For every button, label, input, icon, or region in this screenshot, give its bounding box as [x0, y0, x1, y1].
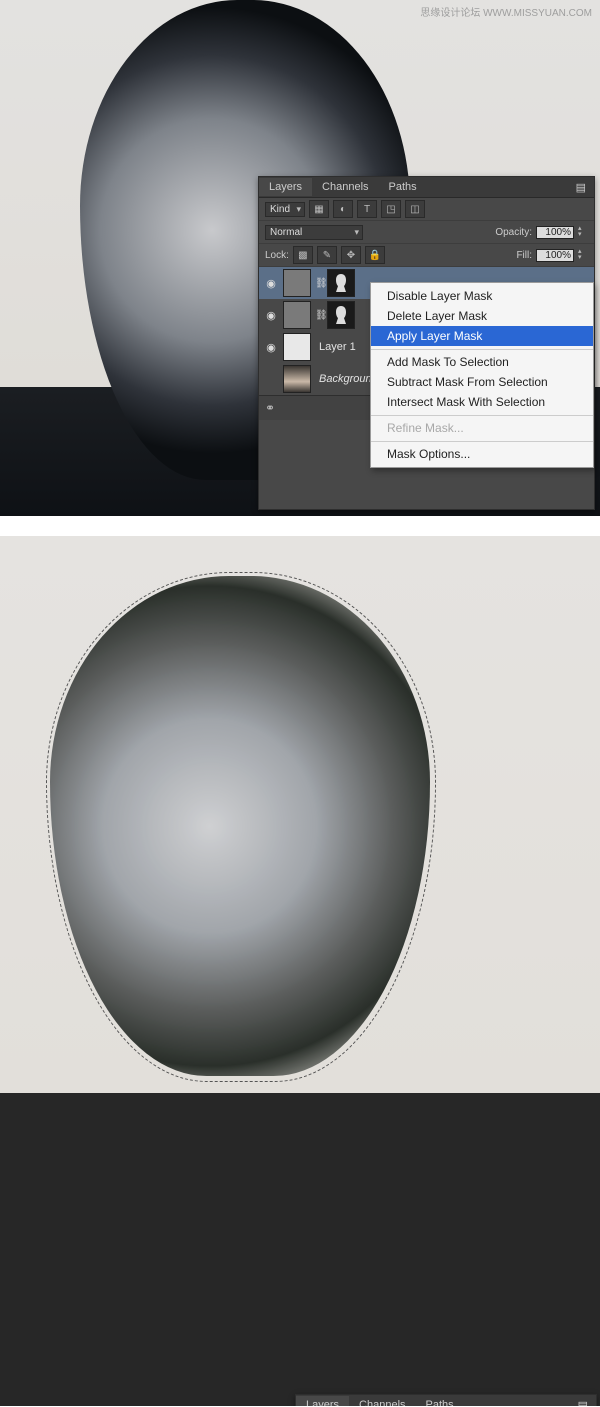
- lock-all-icon[interactable]: 🔒: [365, 246, 385, 264]
- panel-menu-icon[interactable]: ▤: [570, 1396, 596, 1407]
- layer-thumb[interactable]: [283, 333, 311, 361]
- blend-mode-select[interactable]: Normal: [265, 225, 363, 240]
- filter-shape-icon[interactable]: ◳: [381, 200, 401, 218]
- screenshot-bottom: Layers Channels Paths ▤ Kind ▦ ◐ T ◳ ◫ O…: [0, 536, 600, 1406]
- layer-thumb[interactable]: [283, 269, 311, 297]
- watermark: 思缘设计论坛 WWW.MISSYUAN.COM: [420, 4, 592, 19]
- fill-stepper[interactable]: ▴▾: [578, 247, 588, 263]
- mask-link-icon[interactable]: ⛓: [315, 278, 323, 289]
- menu-item[interactable]: Mask Options...: [371, 441, 593, 464]
- menu-item-apply-layer-mask[interactable]: Apply Layer Mask: [371, 326, 593, 346]
- menu-item[interactable]: Subtract Mask From Selection: [371, 372, 593, 392]
- visibility-icon[interactable]: ◉: [263, 339, 279, 355]
- filter-pixel-icon[interactable]: ▦: [309, 200, 329, 218]
- menu-item[interactable]: Add Mask To Selection: [371, 349, 593, 372]
- lock-transparent-icon[interactable]: ▩: [293, 246, 313, 264]
- tab-paths[interactable]: Paths: [379, 178, 427, 196]
- mask-context-menu[interactable]: Disable Layer Mask Delete Layer Mask App…: [370, 282, 594, 468]
- filter-type-icon[interactable]: T: [357, 200, 377, 218]
- fill-label: Fill:: [516, 250, 532, 261]
- opacity-field[interactable]: 100%: [536, 226, 574, 239]
- opacity-stepper[interactable]: ▴▾: [578, 224, 588, 240]
- layer-thumb[interactable]: [283, 301, 311, 329]
- tab-layers[interactable]: Layers: [259, 178, 312, 196]
- menu-item[interactable]: Disable Layer Mask: [371, 286, 593, 306]
- filter-kind-select[interactable]: Kind: [265, 202, 305, 217]
- opacity-label: Opacity:: [495, 227, 532, 238]
- filter-adjust-icon[interactable]: ◐: [333, 200, 353, 218]
- lock-paint-icon[interactable]: ✎: [317, 246, 337, 264]
- tab-channels[interactable]: Channels: [349, 1396, 415, 1406]
- layers-panel[interactable]: Layers Channels Paths ▤ Kind ▦ ◐ T ◳ ◫ O…: [295, 1394, 597, 1406]
- tab-layers[interactable]: Layers: [296, 1396, 349, 1406]
- visibility-icon[interactable]: ◉: [263, 307, 279, 323]
- visibility-icon[interactable]: ◉: [263, 275, 279, 291]
- mask-thumb[interactable]: [327, 301, 355, 329]
- lock-label: Lock:: [265, 250, 289, 261]
- layer-thumb[interactable]: [283, 365, 311, 393]
- screenshot-top: 思缘设计论坛 WWW.MISSYUAN.COM Layers Channels …: [0, 0, 600, 516]
- tab-paths[interactable]: Paths: [416, 1396, 464, 1406]
- lock-move-icon[interactable]: ✥: [341, 246, 361, 264]
- panel-menu-icon[interactable]: ▤: [568, 178, 594, 197]
- menu-item-disabled: Refine Mask...: [371, 415, 593, 438]
- menu-item[interactable]: Delete Layer Mask: [371, 306, 593, 326]
- link-layers-icon[interactable]: ⚭: [265, 401, 275, 415]
- filter-smart-icon[interactable]: ◫: [405, 200, 425, 218]
- menu-item[interactable]: Intersect Mask With Selection: [371, 392, 593, 412]
- fill-field[interactable]: 100%: [536, 249, 574, 262]
- mask-thumb[interactable]: [327, 269, 355, 297]
- mask-link-icon[interactable]: ⛓: [315, 310, 323, 321]
- selection-marquee: [46, 572, 436, 1082]
- tab-channels[interactable]: Channels: [312, 178, 378, 196]
- visibility-icon[interactable]: [263, 371, 279, 387]
